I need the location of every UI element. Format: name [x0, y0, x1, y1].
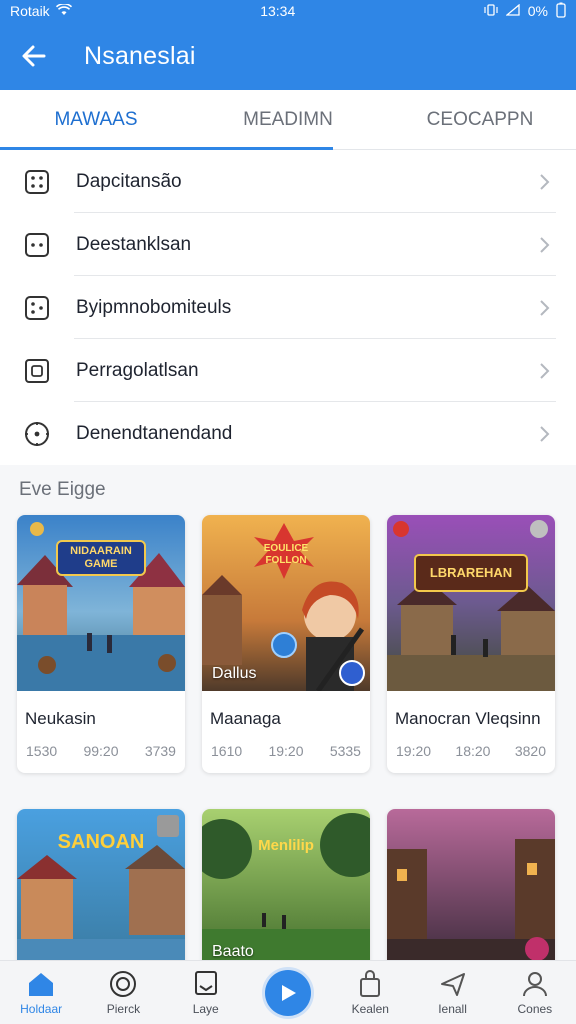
nav-ienall[interactable]: Ienall: [413, 969, 493, 1016]
game-stats: 19:20 18:20 3820: [387, 737, 555, 773]
page-title: Nsaneslai: [84, 41, 196, 70]
list-item[interactable]: Deestanklsan: [0, 213, 576, 276]
nav-label: Kealen: [351, 1002, 389, 1016]
tab-2[interactable]: MEADIMN: [192, 90, 384, 149]
stat-value: 3820: [514, 743, 546, 759]
bottom-nav: Holdaar Pierck Laye Kealen Ienall Cones: [0, 960, 576, 1024]
list-item[interactable]: Denendtanendand: [0, 402, 576, 465]
game-card[interactable]: EOULICE FOLLON Dallus Maanaga 1610 19:20…: [202, 515, 370, 773]
game-banner-text: LBRAREHAN: [429, 565, 513, 580]
game-banner-text: SANOAN: [57, 831, 145, 853]
game-stats: 1530 99:20 3739: [17, 737, 185, 773]
stat-value: 19:20: [268, 743, 304, 759]
game-name: Maanaga: [210, 709, 281, 728]
stat-value: 18:20: [455, 743, 491, 759]
game-thumbnail: EOULICE FOLLON Dallus: [202, 515, 370, 691]
nav-home[interactable]: Holdaar: [1, 969, 81, 1016]
stat-value: 5335: [329, 743, 361, 759]
game-banner-text: NIDAARAIN GAME: [70, 545, 132, 570]
game-card[interactable]: LBRAREHAN Manocran Vleqsinn 19:20 18:20 …: [387, 515, 555, 773]
game-thumbnail: SANOAN: [17, 809, 185, 969]
list-item-label: Byipmnobomiteuls: [76, 296, 232, 318]
stat-value: 1610: [211, 743, 243, 759]
menu-list: Dapcitansão Deestanklsan Byipmnobomiteul…: [0, 150, 576, 465]
list-item[interactable]: Dapcitansão: [0, 150, 576, 213]
game-grid: NIDAARAIN GAME Neukasin 1530 99:20 3739 …: [0, 505, 576, 969]
list-item[interactable]: Perragolatlsan: [0, 339, 576, 402]
target-icon: [22, 419, 52, 449]
play-button[interactable]: [264, 969, 311, 1016]
clock: 13:34: [260, 3, 296, 19]
game-overlay-label: Baato: [212, 943, 254, 960]
list-item-label: Deestanklsan: [76, 233, 192, 255]
game-card[interactable]: SANOAN: [17, 809, 185, 969]
frame-icon: [22, 356, 52, 386]
play-icon: [281, 984, 296, 1001]
game-name: Neukasin: [25, 709, 96, 728]
tab-3[interactable]: CEOCAPPN: [384, 90, 576, 149]
game-thumbnail: NIDAARAIN GAME: [17, 515, 185, 691]
nav-kealen[interactable]: Kealen: [330, 969, 410, 1016]
arrow-left-icon: [22, 45, 46, 67]
home-icon: [26, 969, 56, 999]
game-card[interactable]: [387, 809, 555, 969]
chevron-right-icon: [534, 172, 554, 192]
stat-value: 3739: [144, 743, 176, 759]
nav-label: Holdaar: [20, 1002, 63, 1016]
tab-bar: MAWAAS MEADIMN CEOCAPPN: [0, 90, 576, 150]
status-bar: Rotaik 13:34 0%: [0, 0, 576, 22]
list-item-label: Dapcitansão: [76, 170, 182, 192]
dice-two-icon: [22, 230, 52, 260]
nav-label: Laye: [192, 1002, 219, 1016]
bookmark-icon: [191, 969, 221, 999]
game-overlay-label: Dallus: [212, 665, 257, 682]
nav-play[interactable]: [248, 969, 328, 1016]
signal-icon: [504, 3, 520, 19]
dice-four-icon: [22, 167, 52, 197]
nav-label: Cones: [517, 1002, 553, 1016]
chevron-right-icon: [534, 298, 554, 318]
section-title: Eve Eigge: [0, 465, 576, 505]
chevron-right-icon: [534, 361, 554, 381]
nav-label: Pierck: [106, 1002, 141, 1016]
game-stats: 1610 19:20 5335: [202, 737, 370, 773]
send-icon: [438, 969, 468, 999]
stat-value: 99:20: [83, 743, 119, 759]
list-item[interactable]: Byipmnobomiteuls: [0, 276, 576, 339]
battery-icon: [556, 2, 566, 21]
stat-value: 19:20: [396, 743, 432, 759]
game-name: Manocran Vleqsinn: [395, 709, 541, 728]
app-bar: Nsaneslai: [0, 22, 576, 90]
game-thumbnail: LBRAREHAN: [387, 515, 555, 691]
back-button[interactable]: [18, 40, 50, 72]
game-thumbnail: Menlilip Baato: [202, 809, 370, 969]
tab-1[interactable]: MAWAAS: [0, 90, 192, 149]
nav-pierck[interactable]: Pierck: [83, 969, 163, 1016]
wifi-icon: [55, 3, 72, 19]
nav-cones[interactable]: Cones: [495, 969, 575, 1016]
game-card[interactable]: Menlilip Baato: [202, 809, 370, 969]
stat-value: 1530: [26, 743, 58, 759]
game-thumbnail: [387, 809, 555, 969]
game-banner-text: Menlilip: [258, 837, 314, 854]
nav-laye[interactable]: Laye: [166, 969, 246, 1016]
list-item-label: Perragolatlsan: [76, 359, 199, 381]
nav-label: Ienall: [438, 1002, 467, 1016]
game-banner-text: EOULICE FOLLON: [263, 543, 309, 566]
person-icon: [520, 969, 550, 999]
list-item-label: Denendtanendand: [76, 422, 233, 444]
chevron-right-icon: [534, 235, 554, 255]
battery-label: 0%: [527, 3, 548, 19]
compass-icon: [108, 969, 138, 999]
dice-three-icon: [22, 293, 52, 323]
carrier-label: Rotaik: [10, 3, 50, 19]
vibrate-icon: [484, 3, 498, 19]
chevron-right-icon: [534, 424, 554, 444]
game-card[interactable]: NIDAARAIN GAME Neukasin 1530 99:20 3739: [17, 515, 185, 773]
bag-icon: [355, 969, 385, 999]
